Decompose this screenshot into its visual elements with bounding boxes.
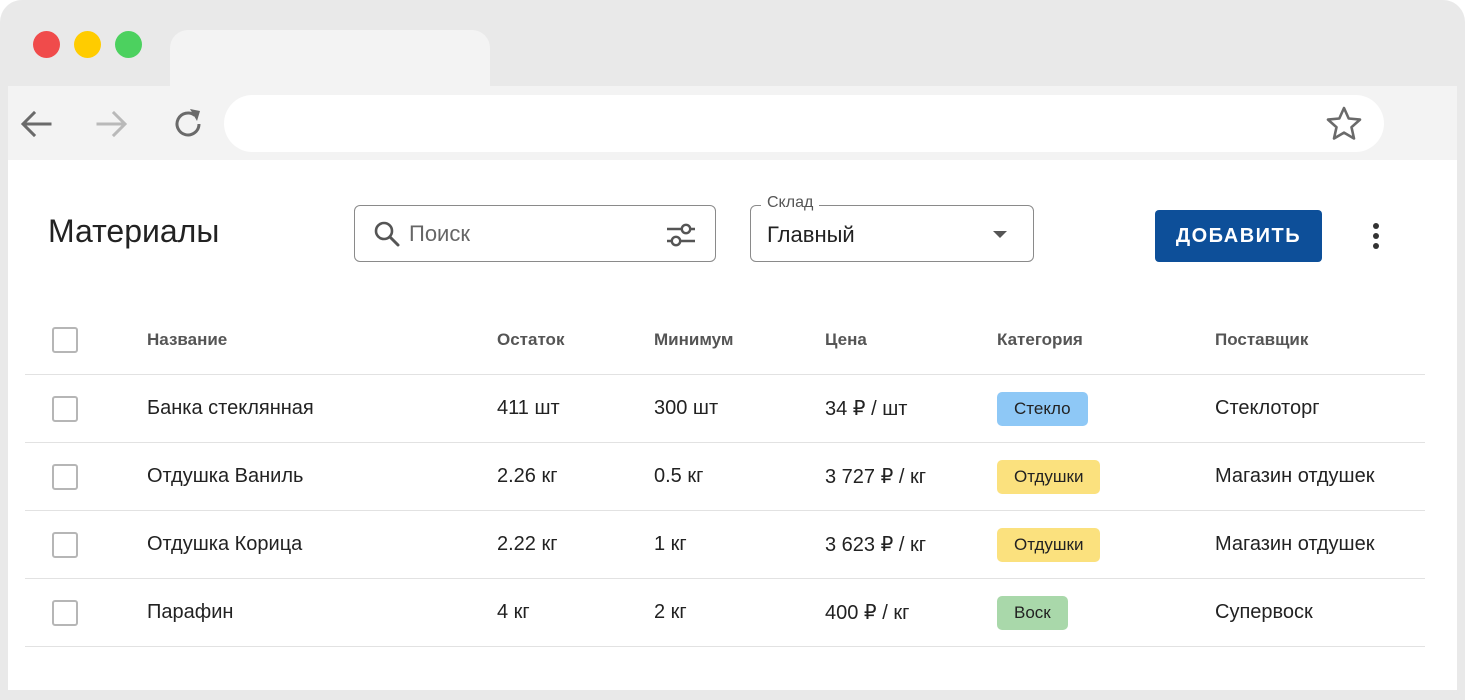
more-dot-icon (1373, 243, 1379, 249)
search-icon (374, 221, 400, 247)
table-row[interactable]: Отдушка Корица 2.22 кг 1 кг 3 623 ₽ / кг… (25, 511, 1425, 579)
page-title: Материалы (48, 213, 220, 249)
forward-button[interactable] (92, 104, 132, 144)
column-header-price[interactable]: Цена (825, 305, 867, 374)
back-icon (20, 110, 52, 138)
tab-strip (8, 0, 1457, 90)
select-all-cell (52, 305, 78, 374)
material-supplier: Стеклоторг (1215, 397, 1320, 419)
more-options-button[interactable] (1364, 220, 1388, 252)
material-minimum: 0.5 кг (654, 465, 704, 487)
chevron-down-icon (993, 231, 1007, 238)
reload-icon (175, 109, 201, 137)
select-all-checkbox[interactable] (52, 326, 78, 353)
filter-icon[interactable] (665, 220, 697, 250)
category-chip: Воск (997, 595, 1068, 630)
column-header-name[interactable]: Название (147, 305, 227, 374)
forward-icon (96, 110, 128, 138)
row-select-cell (52, 579, 78, 646)
bookmark-button[interactable] (1324, 104, 1364, 144)
search-input[interactable] (409, 218, 649, 250)
row-checkbox[interactable] (52, 463, 78, 490)
column-header-minimum[interactable]: Минимум (654, 305, 734, 374)
material-supplier: Магазин отдушек (1215, 533, 1375, 555)
material-stock: 4 кг (497, 601, 530, 623)
more-dot-icon (1373, 233, 1379, 239)
browser-window: Материалы Склад Главный ДОБАВИТЬ (0, 0, 1465, 700)
material-stock: 2.22 кг (497, 533, 558, 555)
material-name: Парафин (147, 601, 234, 623)
materials-table: Название Остаток Минимум Цена Категория … (25, 305, 1425, 647)
row-select-cell (52, 375, 78, 442)
category-cell: Воск (997, 579, 1068, 646)
material-minimum: 2 кг (654, 601, 687, 623)
search-box[interactable] (354, 205, 716, 262)
back-button[interactable] (16, 104, 56, 144)
category-cell: Стекло (997, 375, 1088, 442)
minimize-window-button[interactable] (74, 31, 101, 58)
category-chip: Отдушки (997, 527, 1101, 562)
browser-toolbar (8, 86, 1457, 160)
reload-button[interactable] (168, 104, 208, 144)
material-price: 3 727 ₽ / кг (825, 466, 927, 488)
warehouse-value: Главный (767, 222, 855, 247)
browser-tab[interactable] (170, 30, 490, 90)
row-checkbox[interactable] (52, 395, 78, 422)
column-header-category[interactable]: Категория (997, 305, 1083, 374)
material-minimum: 1 кг (654, 533, 687, 555)
column-header-stock[interactable]: Остаток (497, 305, 564, 374)
table-row[interactable]: Парафин 4 кг 2 кг 400 ₽ / кг Воск Суперв… (25, 579, 1425, 647)
material-name: Отдушка Корица (147, 533, 303, 555)
table-row[interactable]: Отдушка Ваниль 2.26 кг 0.5 кг 3 727 ₽ / … (25, 443, 1425, 511)
warehouse-label: Склад (761, 194, 820, 212)
row-select-cell (52, 443, 78, 510)
star-icon (1326, 106, 1362, 140)
category-cell: Отдушки (997, 443, 1101, 510)
material-minimum: 300 шт (654, 397, 719, 419)
material-stock: 411 шт (497, 397, 560, 419)
row-checkbox[interactable] (52, 531, 78, 558)
address-bar[interactable] (224, 95, 1384, 152)
material-stock: 2.26 кг (497, 465, 558, 487)
page-content: Материалы Склад Главный ДОБАВИТЬ (8, 160, 1457, 690)
category-chip: Отдушки (997, 459, 1101, 494)
close-window-button[interactable] (33, 31, 60, 58)
row-select-cell (52, 511, 78, 578)
table-header-row: Название Остаток Минимум Цена Категория … (25, 305, 1425, 375)
row-checkbox[interactable] (52, 599, 78, 626)
column-header-supplier[interactable]: Поставщик (1215, 305, 1308, 374)
material-price: 3 623 ₽ / кг (825, 534, 927, 556)
material-price: 400 ₽ / кг (825, 602, 910, 624)
add-button[interactable]: ДОБАВИТЬ (1155, 210, 1322, 262)
material-name: Отдушка Ваниль (147, 465, 304, 487)
material-supplier: Магазин отдушек (1215, 465, 1375, 487)
category-cell: Отдушки (997, 511, 1101, 578)
category-chip: Стекло (997, 391, 1088, 426)
warehouse-select[interactable]: Склад Главный (750, 194, 1034, 262)
maximize-window-button[interactable] (115, 31, 142, 58)
table-row[interactable]: Банка стеклянная 411 шт 300 шт 34 ₽ / шт… (25, 375, 1425, 443)
more-dot-icon (1373, 223, 1379, 229)
material-name: Банка стеклянная (147, 397, 314, 419)
material-supplier: Супервоск (1215, 601, 1313, 623)
material-price: 34 ₽ / шт (825, 398, 908, 420)
